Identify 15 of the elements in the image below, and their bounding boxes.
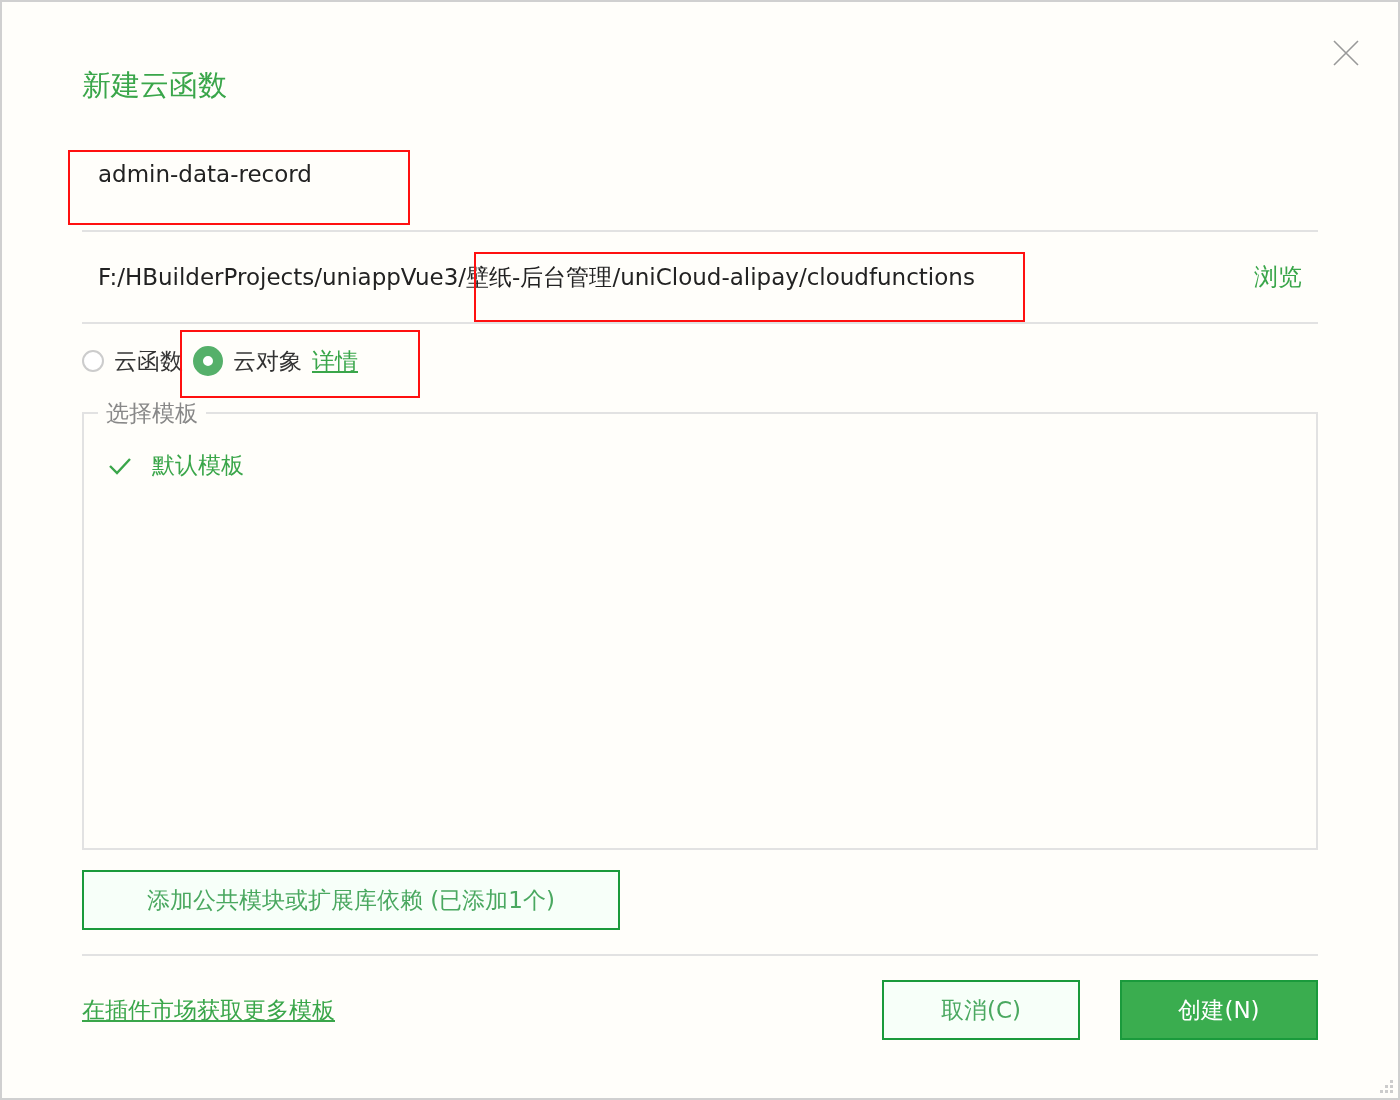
dialog-title: 新建云函数 bbox=[82, 67, 228, 104]
cancel-button[interactable]: 取消(C) bbox=[882, 980, 1080, 1040]
create-button[interactable]: 创建(N) bbox=[1120, 980, 1318, 1040]
details-link[interactable]: 详情 bbox=[312, 345, 358, 377]
name-input-field[interactable]: admin-data-record bbox=[82, 154, 714, 194]
radio-label[interactable]: 云函数 bbox=[114, 345, 183, 377]
plugin-market-link[interactable]: 在插件市场获取更多模板 bbox=[82, 994, 335, 1026]
close-icon[interactable] bbox=[1332, 39, 1360, 67]
browse-link[interactable]: 浏览 bbox=[1254, 261, 1302, 293]
radio-label[interactable]: 云对象 bbox=[233, 345, 302, 377]
radio-button[interactable] bbox=[82, 350, 104, 372]
template-item[interactable]: 默认模板 bbox=[152, 450, 244, 481]
radio-button[interactable] bbox=[193, 346, 223, 376]
resize-grip-icon[interactable] bbox=[1380, 1080, 1394, 1094]
dependency-button[interactable]: 添加公共模块或扩展库依赖 (已添加1个) bbox=[82, 870, 620, 930]
